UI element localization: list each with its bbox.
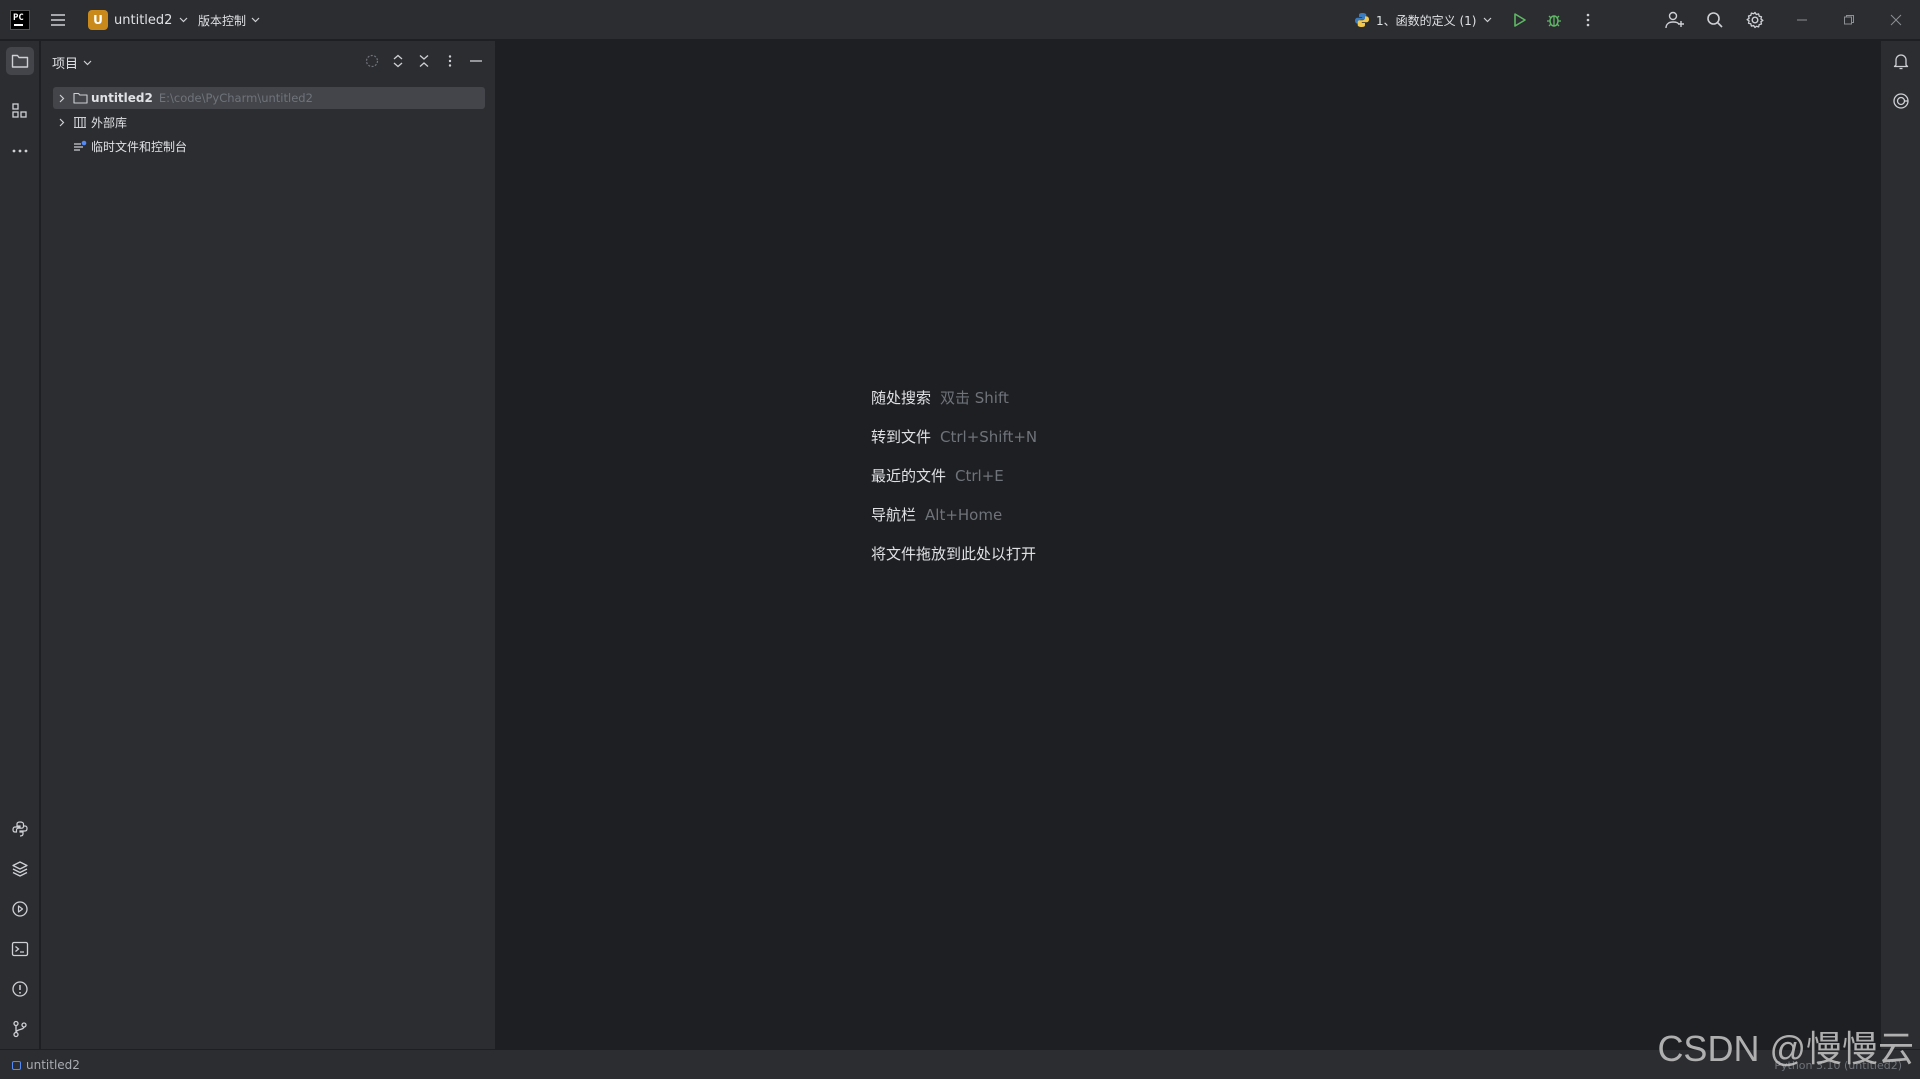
run-configuration-selector[interactable]: 1、函数的定义 (1) (1354, 9, 1492, 31)
module-icon (12, 1060, 21, 1070)
project-badge: U (88, 10, 108, 30)
hint-action: 将文件拖放到此处以打开 (871, 545, 1037, 563)
tree-item-path: E:\code\PyCharm\untitled2 (158, 91, 313, 105)
right-tool-strip (1880, 41, 1920, 1049)
restore-window-icon[interactable] (1838, 9, 1860, 31)
hint-drop-files: 将文件拖放到此处以打开 (871, 543, 1036, 564)
notifications-bell-icon[interactable] (1887, 47, 1915, 75)
tree-item-project-root[interactable]: untitled2 E:\code\PyCharm\untitled2 (53, 87, 485, 109)
hint-action: 转到文件 (871, 428, 932, 446)
python-packages-layers-icon[interactable] (6, 855, 34, 883)
python-console-icon[interactable] (6, 815, 34, 843)
folder-icon (71, 87, 89, 109)
project-widget[interactable]: U untitled2 (88, 9, 188, 31)
hide-panel-icon[interactable] (466, 51, 486, 71)
chevron-right-icon[interactable] (53, 111, 71, 133)
chevron-right-icon[interactable] (53, 87, 71, 109)
options-menu-icon[interactable] (440, 51, 460, 71)
hint-shortcut: 双击 Shift (940, 389, 1009, 407)
project-tool-folder-icon[interactable] (6, 47, 34, 75)
library-icon (71, 111, 89, 133)
minimize-window-icon[interactable] (1791, 9, 1813, 31)
project-tool-window: 项目 untitled2 E:\code\PyCharm\untitled2 外… (41, 41, 496, 1049)
chevron-down-icon (82, 58, 92, 68)
left-tool-strip (0, 41, 40, 1049)
project-panel-header: 项目 (41, 41, 496, 81)
panel-toolbar (362, 51, 486, 71)
hint-navigation-bar: 导航栏 Alt+Home (871, 504, 1002, 525)
panel-title: 项目 (52, 57, 79, 72)
project-view-selector[interactable]: 项目 (52, 53, 92, 72)
more-tool-windows-icon[interactable] (6, 137, 34, 165)
code-with-me-icon[interactable] (1664, 9, 1686, 31)
terminal-icon[interactable] (6, 935, 34, 963)
problems-icon[interactable] (6, 975, 34, 1003)
status-project-name: untitled2 (26, 1058, 80, 1072)
more-actions-icon[interactable] (1577, 9, 1599, 31)
status-bar: untitled2 Python 3.10 (untitled2) (0, 1049, 1920, 1079)
run-config-label: 1、函数的定义 (1) (1376, 13, 1477, 28)
hint-action: 随处搜索 (871, 389, 932, 407)
chevron-down-icon (1482, 15, 1492, 25)
status-breadcrumb[interactable]: untitled2 (12, 1058, 80, 1072)
tree-item-label: 外部库 (91, 115, 128, 130)
services-run-icon[interactable] (6, 895, 34, 923)
python-icon (1354, 12, 1370, 28)
ai-assistant-icon[interactable] (1887, 87, 1915, 115)
run-icon[interactable] (1509, 9, 1531, 31)
hint-action: 导航栏 (871, 506, 917, 524)
close-window-icon[interactable] (1885, 9, 1907, 31)
collapse-all-icon[interactable] (414, 51, 434, 71)
hint-shortcut: Ctrl+E (955, 467, 1004, 485)
git-branch-icon[interactable] (6, 1015, 34, 1043)
pycharm-logo: PC (10, 10, 30, 30)
tree-item-external-libraries[interactable]: 外部库 (53, 111, 485, 133)
vcs-label: 版本控制 (198, 13, 247, 28)
editor-empty-area[interactable]: 随处搜索 双击 Shift 转到文件 Ctrl+Shift+N 最近的文件 Ctrl+… (497, 41, 1879, 1049)
locate-file-icon[interactable] (362, 51, 382, 71)
tree-item-label: 临时文件和控制台 (91, 139, 188, 154)
hint-shortcut: Alt+Home (925, 506, 1003, 524)
tree-item-scratches-and-consoles[interactable]: 临时文件和控制台 (53, 135, 485, 157)
vcs-widget[interactable]: 版本控制 (198, 9, 260, 31)
tree-item-label: untitled2 (91, 91, 153, 105)
hint-action: 最近的文件 (871, 467, 947, 485)
hint-shortcut: Ctrl+Shift+N (940, 428, 1038, 446)
chevron-down-icon (178, 15, 188, 25)
title-bar: PC U untitled2 版本控制 1、函数的定义 (1) (0, 0, 1920, 40)
hint-search-everywhere: 随处搜索 双击 Shift (871, 387, 1009, 408)
scratch-file-icon (71, 135, 89, 157)
chevron-down-icon (250, 15, 260, 25)
search-icon[interactable] (1704, 9, 1726, 31)
structure-icon[interactable] (6, 97, 34, 125)
expand-all-icon[interactable] (388, 51, 408, 71)
main-menu-hamburger-icon[interactable] (47, 9, 69, 31)
settings-gear-icon[interactable] (1744, 9, 1766, 31)
hint-go-to-file: 转到文件 Ctrl+Shift+N (871, 426, 1037, 447)
hint-recent-files: 最近的文件 Ctrl+E (871, 465, 1004, 486)
debug-icon[interactable] (1543, 9, 1565, 31)
project-name: untitled2 (114, 12, 173, 28)
watermark-text: CSDN @慢慢云 (1657, 1028, 1914, 1069)
